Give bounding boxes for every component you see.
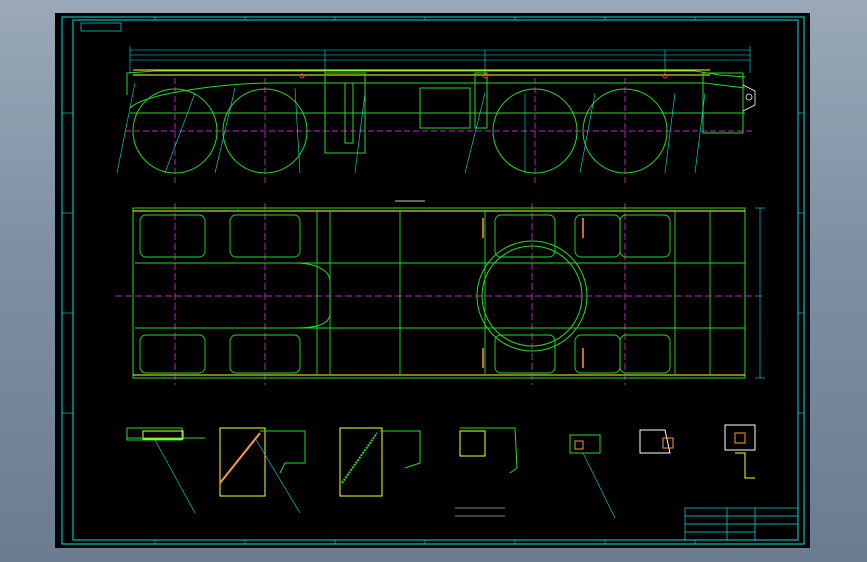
drawing-frame: [61, 16, 805, 545]
plan-view[interactable]: [115, 200, 765, 385]
detail-5[interactable]: [569, 434, 616, 519]
side-elevation-view[interactable]: [116, 46, 756, 183]
title-block[interactable]: [684, 507, 799, 541]
detail-2[interactable]: [219, 427, 306, 514]
cad-model-space[interactable]: [55, 13, 810, 548]
detail-views[interactable]: [126, 424, 756, 519]
detail-6[interactable]: [639, 429, 674, 454]
detail-1[interactable]: [126, 427, 205, 514]
general-notes: [455, 507, 505, 517]
detail-7[interactable]: [724, 424, 756, 479]
detail-3[interactable]: [339, 427, 421, 497]
detail-4[interactable]: [459, 427, 518, 474]
cad-drawing: [61, 16, 805, 545]
